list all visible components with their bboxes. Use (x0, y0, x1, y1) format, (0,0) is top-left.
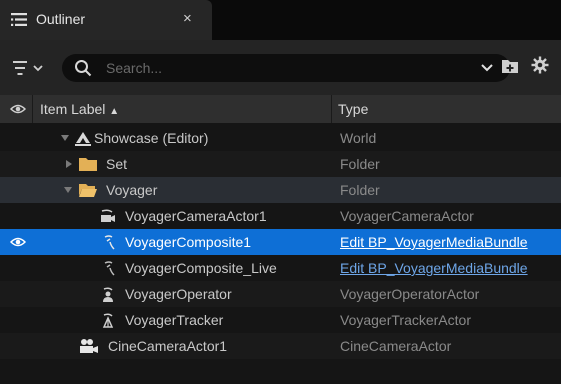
row-type: Folder (340, 156, 380, 172)
operator-icon (103, 287, 113, 302)
row-type: World (340, 130, 377, 146)
row-label: CineCameraActor1 (108, 338, 228, 354)
row-type-link[interactable]: Edit BP_VoyagerMediaBundle (340, 234, 528, 250)
outliner-icon (11, 13, 27, 26)
tree-row-showcase[interactable]: Showcase (Editor) World (0, 125, 561, 151)
tab-title: Outliner (36, 11, 86, 27)
column-divider[interactable] (331, 95, 332, 123)
visibility-eye-icon[interactable] (10, 235, 26, 249)
camera-actor-icon (101, 209, 115, 222)
cine-camera-icon (80, 339, 98, 353)
sort-ascending-icon: ▲ (109, 106, 120, 117)
chevron-down-icon[interactable] (480, 62, 494, 74)
outliner-tree: Showcase (Editor) World Set Folder Voyag… (0, 123, 561, 384)
collapsed-arrow-icon[interactable] (64, 159, 74, 169)
tab-outliner[interactable]: Outliner × (0, 0, 212, 40)
row-label: VoyagerTracker (125, 312, 224, 328)
tree-row-voyager-camera-actor[interactable]: VoyagerCameraActor1 VoyagerCameraActor (0, 203, 561, 229)
search-input[interactable] (106, 58, 466, 78)
tree-row-voyager-composite1[interactable]: VoyagerComposite1 Edit BP_VoyagerMediaBu… (0, 229, 561, 255)
column-header: Item Label ▲ Type (0, 95, 561, 123)
tree-row-voyager[interactable]: Voyager Folder (0, 177, 561, 203)
row-type-link[interactable]: Edit BP_VoyagerMediaBundle (340, 260, 528, 276)
gear-icon[interactable] (531, 56, 549, 74)
tree-row-cine-camera-actor[interactable]: CineCameraActor1 CineCameraActor (0, 333, 561, 359)
close-icon[interactable]: × (183, 10, 192, 27)
search-box (62, 54, 510, 82)
row-label: VoyagerComposite1 (125, 234, 252, 250)
row-label: VoyagerOperator (125, 286, 232, 302)
expand-arrow-icon[interactable] (60, 133, 70, 143)
column-divider[interactable] (32, 95, 33, 123)
tab-bar: Outliner × (0, 0, 561, 40)
tree-row-voyager-operator[interactable]: VoyagerOperator VoyagerOperatorActor (0, 281, 561, 307)
composite-icon (104, 235, 115, 250)
toolbar (0, 40, 561, 95)
add-folder-icon[interactable] (501, 57, 519, 75)
world-icon (75, 132, 91, 146)
row-label: Set (106, 156, 128, 172)
tree-row-voyager-composite-live[interactable]: VoyagerComposite_Live Edit BP_VoyagerMed… (0, 255, 561, 281)
row-label: Showcase (Editor) (94, 130, 209, 146)
row-type: Folder (340, 182, 380, 198)
row-label: VoyagerComposite_Live (125, 260, 277, 276)
row-type: VoyagerTrackerActor (340, 312, 471, 328)
tracker-icon (102, 313, 114, 328)
search-icon (75, 60, 92, 77)
composite-icon (104, 261, 115, 276)
expand-arrow-icon[interactable] (63, 185, 73, 195)
row-type: VoyagerCameraActor (340, 208, 474, 224)
row-type: CineCameraActor (340, 338, 452, 354)
row-label: VoyagerCameraActor1 (125, 208, 267, 224)
row-type: VoyagerOperatorActor (340, 286, 480, 302)
row-label: Voyager (106, 182, 158, 198)
tree-row-set[interactable]: Set Folder (0, 151, 561, 177)
column-item-label-text: Item Label (40, 101, 106, 117)
visibility-column-icon[interactable] (10, 102, 26, 116)
folder-icon (79, 158, 97, 171)
folder-open-icon (79, 184, 97, 197)
column-item-label[interactable]: Item Label ▲ (40, 101, 119, 117)
tree-row-voyager-tracker[interactable]: VoyagerTracker VoyagerTrackerActor (0, 307, 561, 333)
filter-icon[interactable] (12, 57, 46, 79)
column-type[interactable]: Type (338, 101, 368, 117)
